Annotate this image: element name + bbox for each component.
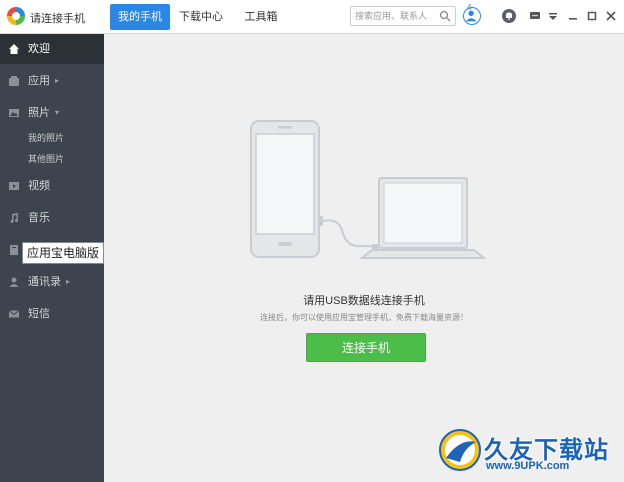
chat-icon[interactable] [528,9,542,23]
sidebar-item-label: 视频 [28,180,50,192]
search-icon[interactable] [439,10,451,22]
app-icon [9,76,19,86]
connect-title: 请用USB数据线连接手机 [303,295,425,307]
sidebar-item-sms[interactable]: 短信 [0,299,104,329]
tab-my-phone[interactable]: 我的手机 [110,4,170,30]
app-title: 请连接手机 [30,13,85,25]
phone-laptop-illustration [250,120,486,259]
connect-subtitle: 连接后，你可以使用应用宝管理手机，免费下载海量资源！ [260,313,468,322]
tooltip: 应用宝电脑版 [22,242,105,264]
search-input[interactable] [351,7,437,25]
watermark: 久友下载站 www.9UPK.com [438,428,618,478]
sidebar-subitem-my-photos[interactable]: 我的照片 [28,131,64,144]
sidebar-subitem-other-images[interactable]: 其他图片 [28,152,64,165]
connect-phone-button[interactable]: 连接手机 [306,333,426,362]
user-avatar-icon[interactable] [463,7,481,25]
watermark-url: www.9UPK.com [486,460,570,472]
chevron-right-icon: ▸ [66,277,71,286]
app-logo-icon [6,6,26,26]
sidebar-item-label: 音乐 [28,212,50,224]
music-icon [10,213,18,223]
main-content: 请用USB数据线连接手机 连接后，你可以使用应用宝管理手机，免费下载海量资源！ … [104,34,624,482]
minimize-icon[interactable] [566,9,580,23]
user-badge: 4 [467,3,472,12]
sidebar-item-contacts[interactable]: 通讯录 ▸ [0,267,104,297]
chevron-down-icon: ▾ [55,108,60,117]
sidebar-item-photos[interactable]: 照片 ▾ [0,98,104,128]
sidebar-item-label: 通讯录 [28,276,61,288]
sidebar-item-label: 照片 [28,107,50,119]
tab-toolbox[interactable]: 工具箱 [236,4,286,30]
maximize-icon[interactable] [585,9,599,23]
sidebar-item-label: 欢迎 [28,43,50,55]
sidebar: 欢迎 应用 ▸ 照片 ▾ 我的照片 其他图片 视频 音乐 电子书 通讯录 ▸ 短… [0,34,105,482]
sidebar-item-welcome[interactable]: 欢迎 [0,34,104,64]
title-bar: 请连接手机 我的手机 下载中心 工具箱 4 [0,0,624,34]
sidebar-item-label: 应用 [28,75,50,87]
sidebar-item-label: 短信 [28,308,50,320]
sms-icon [8,310,20,318]
bell-icon[interactable] [502,9,516,23]
sidebar-item-music[interactable]: 音乐 [0,203,104,233]
photo-icon [9,109,19,117]
menu-icon[interactable] [546,9,560,23]
close-icon[interactable] [604,9,618,23]
tab-download-center[interactable]: 下载中心 [176,4,226,30]
search-box [350,6,456,26]
chevron-right-icon: ▸ [55,76,60,85]
watermark-logo-icon [439,429,481,471]
sidebar-item-apps[interactable]: 应用 ▸ [0,66,104,96]
sidebar-item-video[interactable]: 视频 [0,171,104,201]
contacts-icon [9,277,19,287]
video-icon [9,182,19,190]
book-icon [10,245,18,255]
home-icon [9,44,19,54]
